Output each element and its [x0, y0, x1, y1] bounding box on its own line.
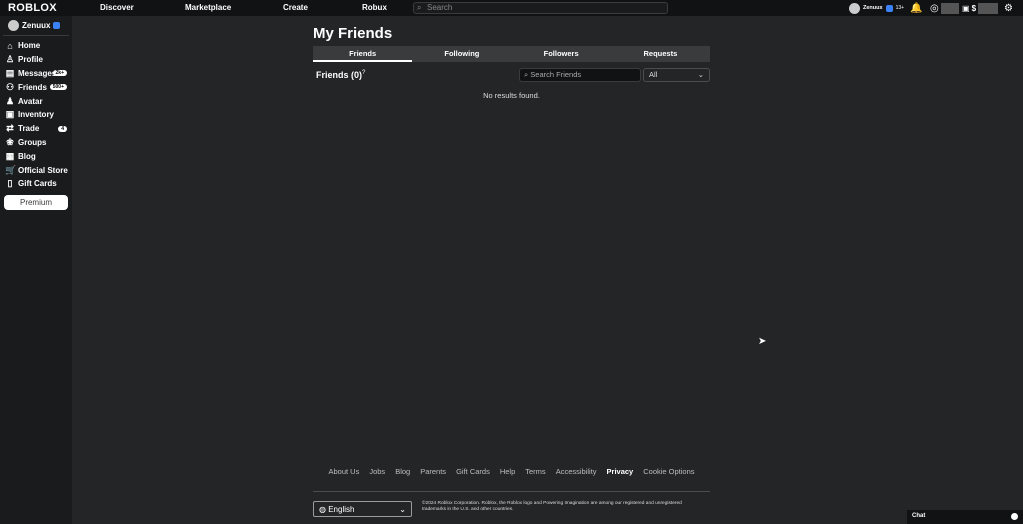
sidebar-item-inventory[interactable]: ▣ Inventory — [0, 108, 72, 122]
globe-icon: ◍ — [319, 504, 326, 514]
tabs: Friends Following Followers Requests — [313, 46, 710, 62]
tab-following[interactable]: Following — [412, 46, 511, 62]
wallet-icon: ▣ — [962, 3, 970, 13]
sidebar-item-trade[interactable]: ⇄ Trade 4 — [0, 122, 72, 136]
user-menu[interactable]: Zenuux 13+ — [849, 2, 904, 14]
gear-icon[interactable]: ⚙ — [1004, 2, 1013, 14]
tab-friends[interactable]: Friends — [313, 46, 413, 62]
footer-link-about-us[interactable]: About Us — [328, 467, 359, 476]
premium-button[interactable]: Premium — [4, 194, 68, 210]
chat-icon — [1011, 513, 1018, 520]
count-badge: 4 — [58, 125, 67, 132]
official-store-icon: 🛒 — [5, 164, 17, 175]
footer-link-privacy[interactable]: Privacy — [607, 467, 634, 476]
sidebar: Zenuux ⌂ Home ♙ Profile ▤ Messages 2k+ ⚇ Friends… — [0, 16, 72, 524]
search-input[interactable]: ⌕ Search — [413, 2, 668, 14]
footer-link-parents[interactable]: Parents — [420, 467, 446, 476]
sidebar-item-gift-cards[interactable]: ▯ Gift Cards — [0, 177, 72, 191]
sidebar-user[interactable]: Zenuux — [3, 16, 69, 36]
nav-robux[interactable]: Robux — [362, 3, 387, 12]
trade-icon: ⇄ — [6, 123, 14, 134]
roblox-logo[interactable]: ROBLOX — [8, 2, 57, 14]
sidebar-item-home[interactable]: ⌂ Home — [0, 39, 72, 53]
sidebar-item-messages[interactable]: ▤ Messages 2k+ — [0, 67, 72, 81]
count-badge: 2k+ — [52, 70, 67, 77]
messages-icon: ▤ — [5, 67, 15, 78]
top-bar: ROBLOX Discover Marketplace Create Robux… — [0, 0, 1023, 16]
verified-icon — [53, 22, 61, 29]
tab-followers[interactable]: Followers — [512, 46, 611, 62]
inventory-icon: ▣ — [5, 109, 15, 120]
avatar — [8, 20, 19, 31]
sidebar-item-blog[interactable]: ▦ Blog — [0, 149, 72, 163]
mouse-cursor-icon: ➤ — [758, 336, 767, 347]
empty-message: No results found. — [483, 91, 540, 100]
filter-select[interactable]: All ⌄ — [643, 68, 710, 82]
profile-icon: ♙ — [5, 54, 15, 65]
page-title: My Friends — [313, 25, 393, 42]
count-badge: 500+ — [49, 84, 67, 91]
search-friends-input[interactable]: ⌕ Search Friends — [519, 68, 641, 82]
sidebar-item-profile[interactable]: ♙ Profile — [0, 53, 72, 67]
language-select[interactable]: ◍ English ⌄ — [313, 501, 412, 517]
groups-icon: ❀ — [6, 136, 14, 147]
nav-discover[interactable]: Discover — [100, 3, 134, 12]
sidebar-item-official-store[interactable]: 🛒 Official Store — [0, 163, 72, 177]
footer: About Us Jobs Blog Parents Gift Cards Help Ter… — [313, 467, 710, 517]
footer-link-accessibility[interactable]: Accessibility — [556, 467, 597, 476]
divider — [313, 491, 710, 492]
chat-bar[interactable]: Chat — [907, 510, 1023, 524]
sidebar-item-friends[interactable]: ⚇ Friends 500+ — [0, 80, 72, 94]
wallet-button[interactable]: ▣ $ — [962, 2, 999, 14]
search-icon: ⌕ — [417, 3, 422, 12]
robux-icon: ◎ — [930, 2, 939, 14]
chevron-down-icon: ⌄ — [697, 70, 704, 79]
sidebar-item-avatar[interactable]: ♟ Avatar — [0, 94, 72, 108]
nav-create[interactable]: Create — [283, 3, 308, 12]
copyright: ©2024 Roblox Corporation. Roblox, the Ro… — [422, 501, 682, 512]
gift-cards-icon: ▯ — [7, 178, 13, 189]
tab-requests[interactable]: Requests — [611, 46, 710, 62]
main-content: My Friends Friends Following Followers R… — [313, 20, 710, 100]
nav-marketplace[interactable]: Marketplace — [185, 3, 231, 12]
friends-icon: ⚇ — [5, 81, 15, 92]
footer-link-cookie-options[interactable]: Cookie Options — [643, 467, 694, 476]
footer-link-help[interactable]: Help — [500, 467, 515, 476]
home-icon: ⌂ — [7, 40, 13, 51]
avatar-icon: ♟ — [5, 95, 15, 106]
footer-link-gift-cards[interactable]: Gift Cards — [456, 467, 490, 476]
footer-link-blog[interactable]: Blog — [395, 467, 410, 476]
sidebar-item-groups[interactable]: ❀ Groups — [0, 136, 72, 150]
footer-link-terms[interactable]: Terms — [525, 467, 545, 476]
friends-count: Friends (0)? — [316, 70, 366, 80]
footer-link-jobs[interactable]: Jobs — [369, 467, 385, 476]
avatar — [849, 2, 860, 14]
chevron-down-icon: ⌄ — [399, 504, 406, 514]
robux-button[interactable]: ◎ — [930, 2, 959, 14]
help-icon[interactable]: ? — [362, 70, 365, 76]
bell-icon[interactable]: 🔔 — [910, 2, 922, 14]
blog-icon: ▦ — [5, 150, 15, 161]
verified-icon — [885, 4, 893, 12]
